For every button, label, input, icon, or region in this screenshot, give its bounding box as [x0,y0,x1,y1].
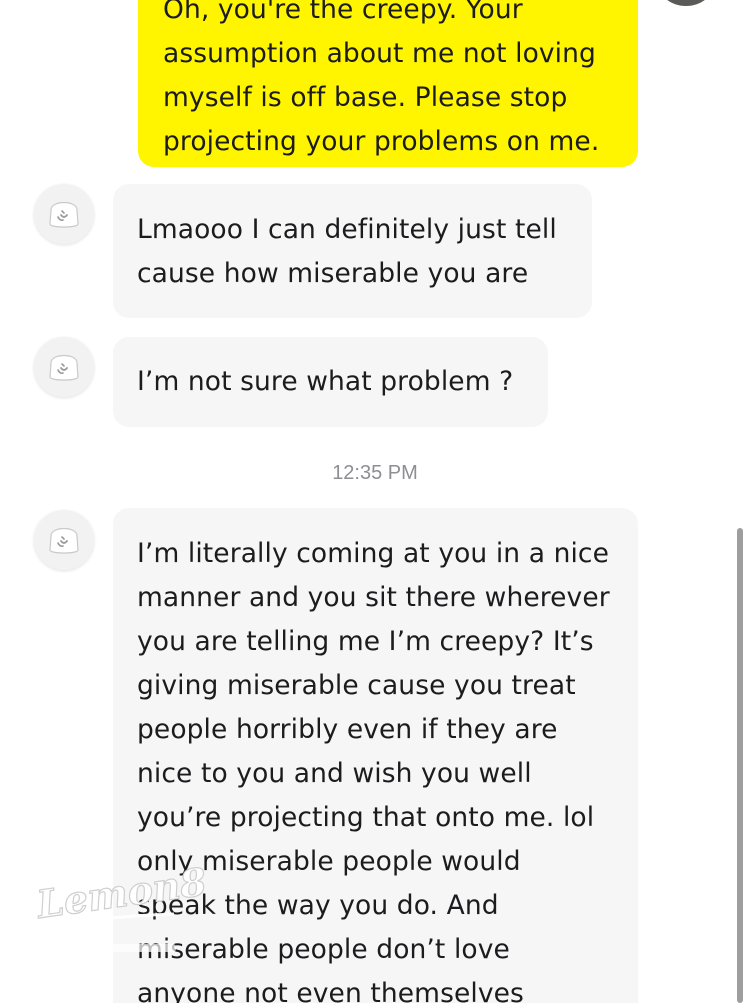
message-line: cause how miserable you are [137,258,529,289]
message-line: I’m literally coming at you in a nice [137,538,610,569]
message-line: projecting your problems on me. [163,126,600,157]
sent-message-bubble[interactable]: Oh, you're the creepy. Your assumption a… [138,0,638,167]
message-line: giving miserable cause you treat [137,670,576,701]
message-line: nice to you and wish you well [137,758,532,789]
received-message-bubble[interactable]: I’m literally coming at you in a nice ma… [113,508,638,1003]
message-line: anyone not even themselves [137,978,524,1003]
message-line: only miserable people would [137,846,521,877]
message-timestamp: 12:35 PM [332,462,418,484]
message-line: speak the way you do. And [137,890,499,921]
contact-avatar[interactable] [34,337,94,397]
scrollbar[interactable] [737,528,743,1003]
bitmoji-ghost-avatar-icon [34,510,94,570]
message-line: people horribly even if they are [137,714,558,745]
received-message-bubble[interactable]: Lmaooo I can definitely just tell cause … [113,184,592,318]
message-line: assumption about me not loving [163,38,596,69]
bitmoji-ghost-avatar-icon [34,337,94,397]
message-line: manner and you sit there wherever [137,582,610,613]
message-line: Lmaooo I can definitely just tell [137,214,557,245]
message-line: you’re projecting that onto me. lol [137,802,595,833]
chat-screen: Oh, you're the creepy. Your assumption a… [0,0,750,1003]
contact-avatar[interactable] [34,510,94,570]
message-line: Oh, you're the creepy. Your [163,0,523,25]
self-avatar[interactable] [658,0,714,6]
received-message-bubble[interactable]: I’m not sure what problem ? [113,337,548,427]
bitmoji-ghost-avatar-icon [34,184,94,244]
message-line: I’m not sure what problem ? [137,366,514,397]
contact-avatar[interactable] [34,184,94,244]
message-line: miserable people don’t love [137,934,510,965]
message-line: you are telling me I’m creepy? It’s [137,626,594,657]
message-line: myself is off base. Please stop [163,82,568,113]
